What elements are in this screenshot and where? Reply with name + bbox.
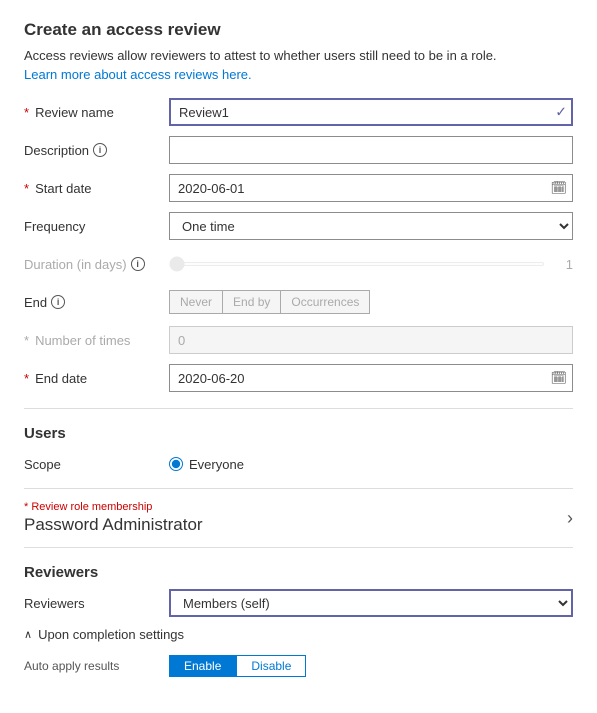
frequency-row: Frequency One time Weekly Monthly Quarte…: [24, 212, 573, 240]
scope-everyone-radio[interactable]: [169, 457, 183, 471]
end-info-icon: i: [51, 295, 65, 309]
duration-row: Duration (in days) i 1: [24, 250, 573, 278]
end-date-input[interactable]: [169, 364, 573, 392]
description-input[interactable]: [169, 136, 573, 164]
completion-toggle-label: Auto apply results: [24, 659, 169, 673]
toggle-group: Enable Disable: [169, 655, 573, 677]
review-role-value: Password Administrator: [24, 515, 203, 535]
end-occurrences-button[interactable]: Occurrences: [280, 290, 370, 314]
required-star-3: *: [24, 333, 29, 348]
reviewers-select[interactable]: Members (self) Selected users Manager: [169, 589, 573, 617]
scope-label: Scope: [24, 457, 169, 472]
divider-users: [24, 408, 573, 409]
completion-toggle-row: Auto apply results Enable Disable: [24, 652, 573, 680]
frequency-select-wrap: One time Weekly Monthly Quarterly Semi-a…: [169, 212, 573, 240]
required-star-4: *: [24, 371, 29, 386]
end-row: End i Never End by Occurrences: [24, 288, 573, 316]
start-date-label: * Start date: [24, 181, 169, 196]
review-role-content: * Review role membership Password Admini…: [24, 501, 203, 535]
page-title: Create an access review: [24, 20, 573, 40]
number-of-times-input-wrap: [169, 326, 573, 354]
duration-slider[interactable]: [169, 262, 545, 266]
reviewers-section: Reviewers Reviewers Members (self) Selec…: [24, 564, 573, 617]
scope-row: Scope Everyone: [24, 450, 573, 478]
description-info-icon: i: [93, 143, 107, 157]
chevron-up-icon: ∧: [24, 628, 32, 641]
duration-slider-wrap: 1: [169, 257, 573, 272]
required-star: *: [24, 105, 29, 120]
toggle-disable-button[interactable]: Disable: [236, 655, 306, 677]
end-date-row: * End date 🗓: [24, 364, 573, 392]
end-endby-button[interactable]: End by: [222, 290, 280, 314]
reviewers-section-title: Reviewers: [24, 564, 573, 581]
form-section: * Review name ✓ Description i * Start da…: [24, 98, 573, 392]
reviewers-select-wrap: Members (self) Selected users Manager: [169, 589, 573, 617]
review-name-input-wrap: ✓: [169, 98, 573, 126]
validation-checkmark: ✓: [555, 104, 567, 121]
description-label: Description i: [24, 143, 169, 158]
start-date-wrap: 🗓: [169, 174, 573, 202]
end-never-button[interactable]: Never: [169, 290, 222, 314]
scope-everyone-label: Everyone: [189, 457, 244, 472]
review-role-section[interactable]: * Review role membership Password Admini…: [24, 488, 573, 548]
end-date-wrap: 🗓: [169, 364, 573, 392]
frequency-label: Frequency: [24, 219, 169, 234]
duration-value: 1: [553, 257, 573, 272]
review-name-input[interactable]: [169, 98, 573, 126]
required-star-2: *: [24, 181, 29, 196]
toggle-enable-button[interactable]: Enable: [169, 655, 236, 677]
end-buttons-group: Never End by Occurrences: [169, 290, 573, 314]
users-section: Users Scope Everyone: [24, 425, 573, 478]
review-role-required-label: * Review role membership: [24, 501, 203, 513]
intro-text: Access reviews allow reviewers to attest…: [24, 48, 573, 63]
start-date-input[interactable]: [169, 174, 573, 202]
duration-label: Duration (in days) i: [24, 257, 169, 272]
review-name-label: * Review name: [24, 105, 169, 120]
completion-settings-header[interactable]: ∧ Upon completion settings: [24, 627, 573, 642]
users-section-title: Users: [24, 425, 573, 442]
scope-radio-wrap: Everyone: [169, 457, 573, 472]
duration-info-icon: i: [131, 257, 145, 271]
reviewers-row: Reviewers Members (self) Selected users …: [24, 589, 573, 617]
completion-label: Upon completion settings: [38, 627, 184, 642]
frequency-select[interactable]: One time Weekly Monthly Quarterly Semi-a…: [169, 212, 573, 240]
description-input-wrap: [169, 136, 573, 164]
number-of-times-row: * Number of times: [24, 326, 573, 354]
role-chevron-right-icon: ›: [567, 508, 573, 529]
number-of-times-label: * Number of times: [24, 333, 169, 348]
review-name-row: * Review name ✓: [24, 98, 573, 126]
description-row: Description i: [24, 136, 573, 164]
start-date-row: * Start date 🗓: [24, 174, 573, 202]
end-label: End i: [24, 295, 169, 310]
reviewers-label: Reviewers: [24, 596, 169, 611]
learn-more-link[interactable]: Learn more about access reviews here.: [24, 67, 252, 82]
completion-toggle-wrap: Enable Disable: [169, 655, 573, 677]
end-date-label: * End date: [24, 371, 169, 386]
number-of-times-input[interactable]: [169, 326, 573, 354]
